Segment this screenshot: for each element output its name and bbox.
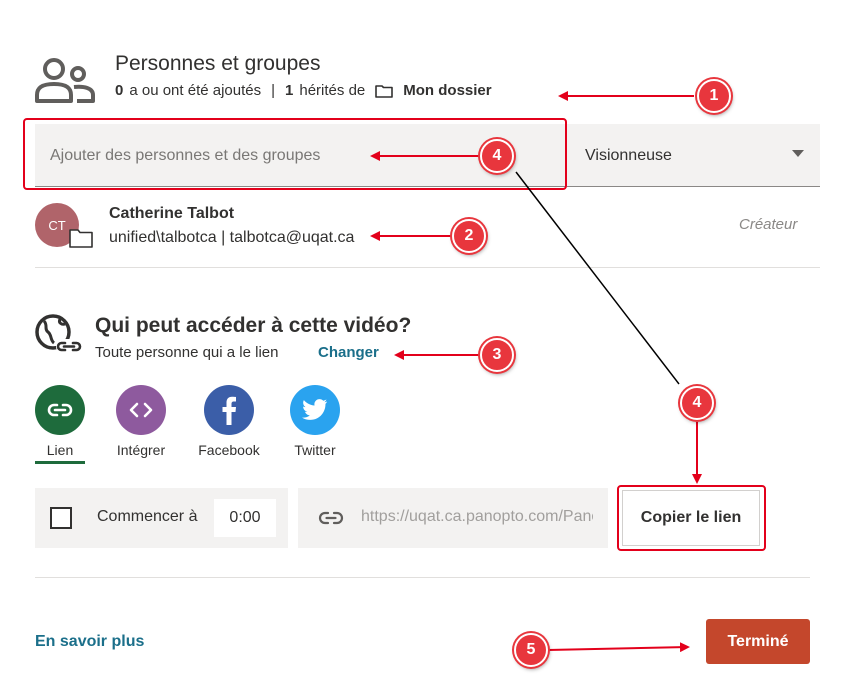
- inherited-count: 1: [285, 82, 294, 99]
- annotation-badge: 4: [480, 139, 514, 173]
- annotation-badge: 2: [452, 219, 486, 253]
- selected-tab-indicator: [35, 461, 85, 464]
- permissions-summary: 0 a ou ont été ajoutés | 1 hérités de Mo…: [115, 82, 492, 99]
- code-icon: [116, 385, 166, 435]
- share-option-link[interactable]: Lien: [15, 385, 105, 465]
- summary-separator: |: [271, 82, 276, 99]
- annotation-arrow: [547, 642, 690, 653]
- twitter-icon: [290, 385, 340, 435]
- added-count: 0: [115, 82, 124, 99]
- link-icon: [35, 385, 85, 435]
- start-time-input[interactable]: [214, 499, 276, 537]
- access-level-text: Toute personne qui a le lien: [95, 344, 279, 361]
- avatar-initials: CT: [48, 217, 66, 233]
- share-option-label: Twitter: [294, 442, 336, 458]
- inherited-text: hérités de: [299, 82, 366, 99]
- person-name: Catherine Talbot: [109, 205, 235, 222]
- annotation-badge: 3: [480, 338, 514, 372]
- annotation-badge: 5: [514, 633, 548, 667]
- folder-name: Mon dossier: [403, 82, 492, 99]
- added-text: a ou ont été ajoutés: [129, 82, 262, 99]
- role-dropdown-value: Visionneuse: [585, 146, 672, 164]
- done-button[interactable]: Terminé: [706, 619, 810, 664]
- role-dropdown[interactable]: Visionneuse: [570, 124, 820, 187]
- globe-link-icon: [35, 314, 82, 354]
- person-detail: unified\talbotca | talbotca@uqat.ca: [109, 229, 355, 246]
- start-at-label: Commencer à: [97, 508, 198, 525]
- person-role: Créateur: [739, 216, 798, 233]
- facebook-icon: [204, 385, 254, 435]
- people-icon: [35, 58, 95, 103]
- access-title: Qui peut accéder à cette vidéo?: [95, 314, 412, 337]
- section-title: Personnes et groupes: [115, 52, 321, 75]
- annotation-badge: 1: [697, 79, 731, 113]
- folder-badge-icon: [69, 229, 93, 248]
- share-option-label: Facebook: [198, 442, 260, 458]
- annotation-connector: [515, 171, 680, 385]
- divider: [35, 577, 810, 578]
- annotation-highlight-box: [617, 485, 766, 551]
- link-icon: [318, 511, 344, 525]
- share-link-url[interactable]: https://uqat.ca.panopto.com/Panopto/Page…: [361, 508, 593, 526]
- chevron-down-icon[interactable]: [792, 150, 804, 157]
- change-access-link[interactable]: Changer: [318, 344, 379, 361]
- folder-icon: [375, 84, 394, 98]
- annotation-badge: 4: [680, 386, 714, 420]
- learn-more-link[interactable]: En savoir plus: [35, 633, 144, 651]
- share-option-facebook[interactable]: Facebook: [184, 385, 274, 465]
- start-at-checkbox[interactable]: [50, 507, 72, 529]
- share-option-twitter[interactable]: Twitter: [270, 385, 360, 465]
- divider: [35, 267, 820, 268]
- share-option-label: Intégrer: [116, 442, 166, 458]
- share-option-label: Lien: [46, 442, 74, 458]
- share-option-embed[interactable]: Intégrer: [96, 385, 186, 465]
